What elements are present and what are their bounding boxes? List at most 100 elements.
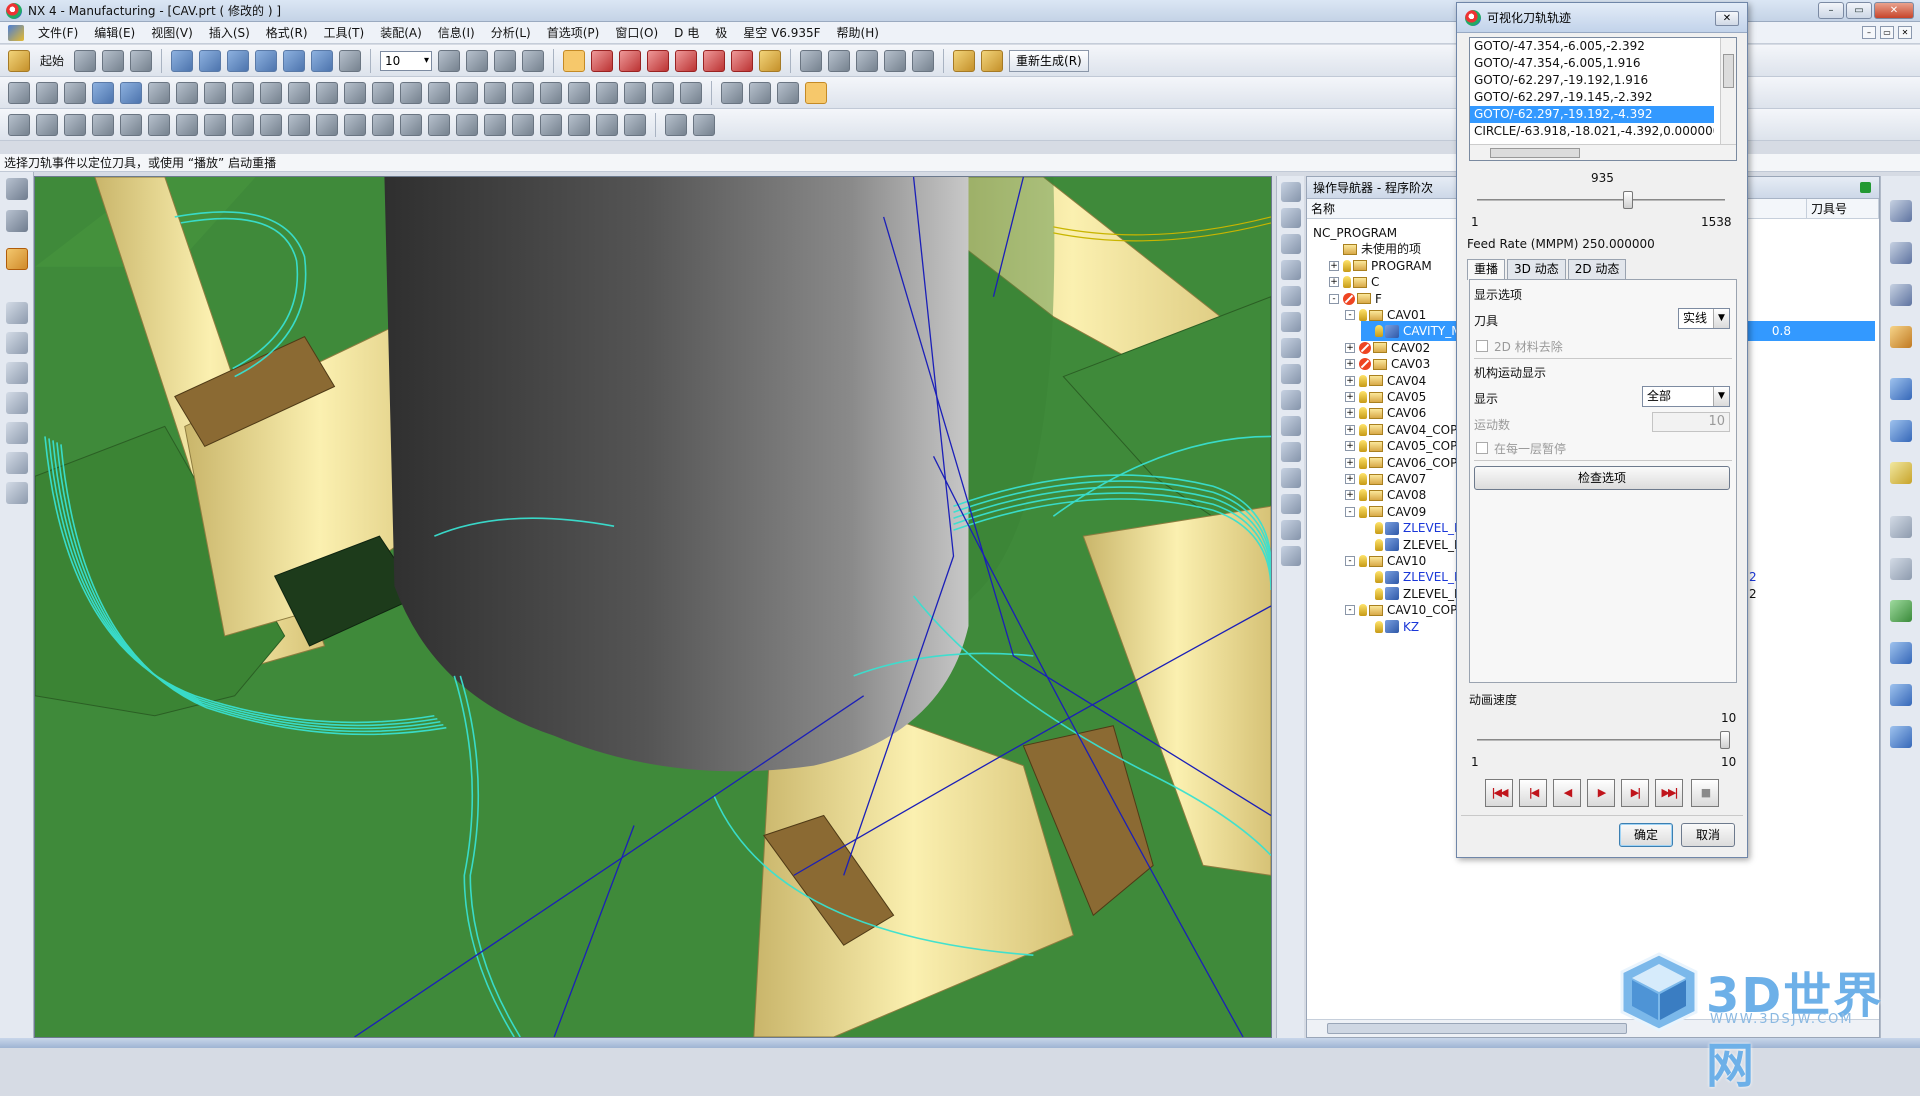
event-list-vscroll[interactable] bbox=[1720, 38, 1736, 144]
circle-tool-icon[interactable] bbox=[6, 452, 28, 474]
line-icon[interactable] bbox=[6, 302, 28, 324]
menu-item-8[interactable]: 分析(L) bbox=[483, 24, 539, 41]
blend-icon[interactable] bbox=[232, 81, 254, 104]
tool-icon[interactable] bbox=[856, 49, 879, 72]
point-tool-icon[interactable] bbox=[6, 422, 28, 444]
mirror-icon[interactable] bbox=[624, 81, 646, 104]
back-icon[interactable] bbox=[92, 81, 114, 104]
curve-icon[interactable] bbox=[6, 210, 28, 232]
pocket-icon[interactable] bbox=[344, 81, 366, 104]
path-icon[interactable] bbox=[512, 113, 534, 136]
operation-icon[interactable] bbox=[800, 49, 823, 72]
pin-icon[interactable] bbox=[1860, 182, 1871, 193]
expand-icon[interactable]: + bbox=[1345, 474, 1355, 484]
filter-icon[interactable] bbox=[759, 49, 782, 72]
operation-navigator-icon[interactable] bbox=[1890, 284, 1912, 306]
display-mode-select[interactable]: 全部 ▼ bbox=[1642, 386, 1730, 407]
pause-each-layer-checkbox[interactable] bbox=[1476, 442, 1488, 454]
circle-icon[interactable] bbox=[680, 81, 702, 104]
start-menu-button[interactable]: 起始 bbox=[36, 52, 68, 69]
step-forward-button[interactable]: ▶| bbox=[1621, 779, 1649, 807]
nav-icon-10[interactable] bbox=[1281, 416, 1301, 436]
expand-icon[interactable]: + bbox=[1345, 490, 1355, 501]
nav-icon-9[interactable] bbox=[1281, 390, 1301, 410]
zoom-icon[interactable] bbox=[199, 49, 222, 72]
event-slider-thumb[interactable] bbox=[1622, 191, 1633, 209]
menu-item-14[interactable]: 帮助(H) bbox=[829, 24, 887, 41]
stop-button[interactable]: ■ bbox=[1691, 779, 1719, 807]
event-list-hscroll[interactable] bbox=[1470, 144, 1736, 160]
list-toolpath-icon[interactable] bbox=[316, 113, 338, 136]
nav-icon-8[interactable] bbox=[1281, 364, 1301, 384]
sketch-icon[interactable] bbox=[8, 81, 30, 104]
feeds-speeds-icon[interactable] bbox=[665, 113, 687, 136]
cls-output-icon[interactable] bbox=[428, 113, 450, 136]
snap-icon[interactable] bbox=[731, 49, 754, 72]
layer-visible-icon[interactable] bbox=[466, 49, 489, 72]
postprocess-icon[interactable] bbox=[372, 113, 394, 136]
event-slider-track[interactable] bbox=[1477, 199, 1725, 201]
edit-icon[interactable] bbox=[981, 49, 1004, 72]
material-removal-checkbox[interactable] bbox=[1476, 340, 1488, 352]
nav-icon-2[interactable] bbox=[1281, 208, 1301, 228]
expand-icon[interactable]: + bbox=[1345, 408, 1355, 419]
extrude-icon[interactable] bbox=[64, 81, 86, 104]
toolpath-event-item[interactable]: GOTO/-47.354,-6.005,-2.392 bbox=[1470, 38, 1714, 55]
cancel-button[interactable]: 取消 bbox=[1681, 823, 1735, 847]
expand-icon[interactable]: + bbox=[1329, 260, 1339, 271]
toolpath-event-item[interactable]: GOTO/-47.354,-6.005,1.916 bbox=[1470, 55, 1714, 72]
spline-tool-icon[interactable] bbox=[6, 332, 28, 354]
menu-item-10[interactable]: 窗口(O) bbox=[607, 24, 666, 41]
program-order-view-icon[interactable] bbox=[148, 113, 170, 136]
tool-position-icon[interactable] bbox=[6, 248, 28, 270]
transform-icon[interactable] bbox=[456, 113, 478, 136]
collapse-icon[interactable]: - bbox=[1345, 506, 1355, 517]
pan-icon[interactable] bbox=[227, 49, 250, 72]
roles-icon[interactable] bbox=[1890, 600, 1912, 622]
chevron-down-icon[interactable]: ▼ bbox=[1713, 387, 1729, 406]
nav-icon-13[interactable] bbox=[1281, 494, 1301, 514]
arc-icon[interactable] bbox=[6, 362, 28, 384]
close-button[interactable]: ✕ bbox=[1874, 2, 1914, 19]
tool-path-icon[interactable] bbox=[540, 113, 562, 136]
distance-icon[interactable] bbox=[6, 178, 28, 200]
face-icon[interactable] bbox=[176, 81, 198, 104]
chamfer-icon[interactable] bbox=[260, 81, 282, 104]
expand-icon[interactable]: + bbox=[1345, 424, 1355, 435]
groove-icon[interactable] bbox=[428, 81, 450, 104]
palette-icon[interactable] bbox=[1890, 642, 1912, 664]
expand-icon[interactable]: + bbox=[1345, 342, 1355, 353]
toolpath-event-item[interactable]: CIRCLE/-63.918,-18.021,-4.392,0.0000000,… bbox=[1470, 123, 1714, 140]
doc-minimize-button[interactable]: – bbox=[1862, 26, 1876, 39]
object-icon[interactable] bbox=[484, 113, 506, 136]
toolpath-event-item[interactable]: GOTO/-62.297,-19.192,1.916 bbox=[1470, 72, 1714, 89]
move-to-layer-icon[interactable] bbox=[494, 49, 517, 72]
menu-item-4[interactable]: 格式(R) bbox=[258, 24, 316, 41]
wcs-icon[interactable] bbox=[591, 49, 614, 72]
hole-icon[interactable] bbox=[288, 81, 310, 104]
edge-icon[interactable] bbox=[148, 81, 170, 104]
menu-item-0[interactable]: 文件(F) bbox=[30, 24, 86, 41]
nav-icon-12[interactable] bbox=[1281, 468, 1301, 488]
datum-icon[interactable] bbox=[36, 81, 58, 104]
measure-icon[interactable] bbox=[953, 49, 976, 72]
machine-control-icon[interactable] bbox=[693, 113, 715, 136]
shaded-view-icon[interactable] bbox=[283, 49, 306, 72]
chevron-down-icon[interactable]: ▼ bbox=[1713, 309, 1729, 328]
select-icon[interactable] bbox=[563, 49, 586, 72]
menu-item-6[interactable]: 装配(A) bbox=[372, 24, 430, 41]
create-operation-icon[interactable] bbox=[120, 113, 142, 136]
machine-tool-view-icon[interactable] bbox=[176, 113, 198, 136]
operation-node[interactable]: KZ bbox=[1361, 617, 1419, 637]
collapse-icon[interactable]: - bbox=[1329, 293, 1339, 304]
nav-icon-11[interactable] bbox=[1281, 442, 1301, 462]
create-method-icon[interactable] bbox=[92, 113, 114, 136]
plane-icon[interactable] bbox=[703, 49, 726, 72]
geometry-view-icon[interactable] bbox=[204, 113, 226, 136]
speed-slider-thumb[interactable] bbox=[1720, 731, 1730, 749]
open-file-icon[interactable] bbox=[102, 49, 125, 72]
regenerate-button[interactable]: 重新生成(R) bbox=[1009, 49, 1089, 72]
trim-icon[interactable] bbox=[512, 81, 534, 104]
nav-icon-14[interactable] bbox=[1281, 520, 1301, 540]
verify-icon[interactable] bbox=[344, 113, 366, 136]
